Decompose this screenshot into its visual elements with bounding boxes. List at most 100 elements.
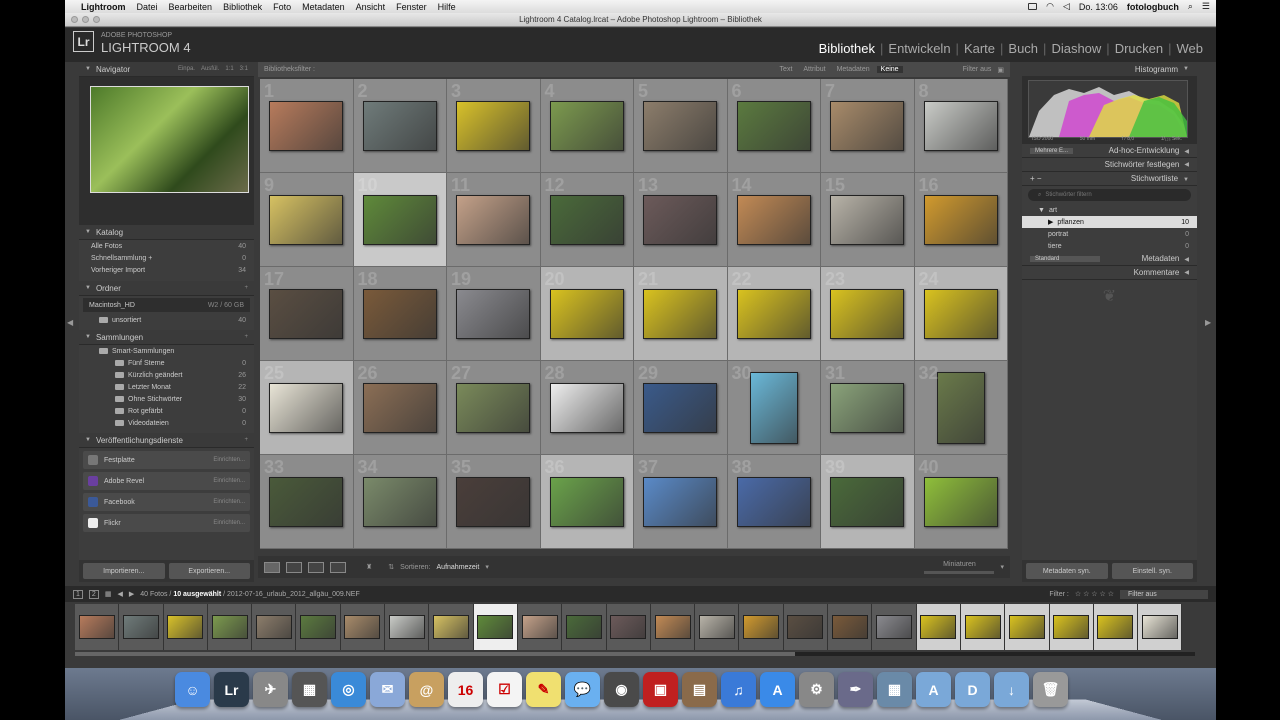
filmstrip-cell[interactable] (1093, 604, 1139, 650)
filmstrip-thumbnail[interactable] (698, 615, 735, 639)
filmstrip-thumbnail[interactable] (743, 615, 780, 639)
metadata-preset-select[interactable]: Standard (1030, 255, 1100, 262)
filmstrip-thumbnail[interactable] (831, 615, 868, 639)
zoom-fit[interactable]: Einpa. (178, 66, 195, 72)
grid-cell[interactable]: 31 (821, 361, 915, 455)
grid-cell[interactable]: 34 (353, 455, 447, 549)
photo-thumbnail[interactable] (269, 476, 344, 527)
zoom-1-1[interactable]: 1:1 (225, 66, 233, 72)
grid-cell[interactable]: 8 (914, 79, 1008, 173)
filmstrip-thumbnail[interactable] (1097, 615, 1134, 639)
filmstrip-cell[interactable] (340, 604, 386, 650)
grid-cell[interactable]: 10 (353, 173, 447, 267)
loupe-view-icon[interactable] (286, 561, 302, 573)
menu-metadaten[interactable]: Metadaten (302, 2, 345, 12)
grid-cell[interactable]: 26 (353, 361, 447, 455)
grid-cell[interactable]: 33 (260, 455, 354, 549)
grid-view-icon[interactable] (264, 561, 280, 573)
grid-cell[interactable]: 7 (821, 79, 915, 173)
module-web[interactable]: Web (1172, 41, 1209, 56)
filter-tab-text[interactable]: Text (776, 66, 797, 73)
filmstrip-cell[interactable] (252, 604, 297, 650)
filmstrip-thumbnail[interactable] (1053, 615, 1090, 639)
publish-setup[interactable]: Einrichten... (213, 457, 245, 463)
grid-cell[interactable]: 14 (727, 173, 821, 267)
grid-cell[interactable]: 22 (727, 267, 821, 361)
filmstrip-cell[interactable] (828, 604, 873, 650)
zoom-window-button[interactable] (93, 16, 100, 23)
filmstrip-cell[interactable] (872, 604, 917, 650)
histogram-header[interactable]: Histogramm ▼ (1022, 62, 1197, 76)
publish-setup[interactable]: Einrichten... (213, 520, 245, 526)
navigator-preview-image[interactable] (90, 86, 249, 193)
publish-service[interactable]: Flickr Einrichten... (83, 514, 250, 532)
script-icon[interactable]: ✒ (838, 672, 873, 707)
photo-thumbnail[interactable] (736, 194, 811, 245)
filmstrip-thumbnail[interactable] (477, 615, 514, 639)
photo-thumbnail[interactable] (362, 476, 437, 527)
keyword-search[interactable]: ⌕ Stichwörter filtern (1028, 189, 1191, 201)
menu-ansicht[interactable]: Ansicht (356, 2, 386, 12)
disclosure-icon[interactable]: ▼ (1038, 207, 1045, 214)
grid-cell[interactable]: 1 (260, 79, 354, 173)
chevron-down-icon[interactable]: ▾ (485, 563, 489, 571)
grid-cell[interactable]: 13 (634, 173, 728, 267)
menu-datei[interactable]: Datei (137, 2, 158, 12)
photo-booth-icon[interactable]: ▣ (643, 672, 678, 707)
catalog-item[interactable]: Schnellsammlung + 0 (79, 252, 254, 264)
metadata-header[interactable]: Standard Metadaten ◀ (1022, 252, 1197, 266)
module-bibliothek[interactable]: Bibliothek (814, 41, 880, 56)
filmstrip-cell[interactable] (650, 604, 696, 650)
forward-icon[interactable]: ▶ (129, 590, 134, 598)
add-remove-keyword[interactable]: + − (1030, 174, 1042, 183)
menu-fenster[interactable]: Fenster (396, 2, 427, 12)
sort-select[interactable]: Aufnahmezeit (437, 564, 480, 571)
window-2-icon[interactable]: 2 (88, 589, 99, 599)
photo-thumbnail[interactable] (736, 288, 811, 339)
photo-thumbnail[interactable] (643, 194, 718, 245)
grid-cell[interactable]: 36 (540, 455, 634, 549)
photo-thumbnail[interactable] (923, 476, 998, 527)
collections-header[interactable]: ▼ Sammlungen + (79, 330, 254, 345)
compare-view-icon[interactable] (308, 561, 324, 573)
filmstrip-cell[interactable] (119, 604, 164, 650)
comments-header[interactable]: Kommentare ◀ (1022, 266, 1197, 280)
publish-header[interactable]: ▼ Veröffentlichungsdienste + (79, 433, 254, 448)
close-window-button[interactable] (71, 16, 78, 23)
grid-cell[interactable]: 39 (821, 455, 915, 549)
filmstrip-thumbnail[interactable] (433, 615, 470, 639)
thumbnail-size-slider[interactable] (924, 570, 995, 574)
applications-folder-icon[interactable]: A (916, 672, 951, 707)
folder-item[interactable]: unsortiert 40 (79, 314, 254, 326)
module-buch[interactable]: Buch (1003, 41, 1043, 56)
filmstrip-thumbnail[interactable] (964, 615, 1001, 639)
filmstrip-cell[interactable] (207, 604, 253, 650)
finder-icon[interactable]: ☺ (175, 672, 210, 707)
filmstrip-cell[interactable] (695, 604, 740, 650)
filmstrip-cell[interactable] (739, 604, 784, 650)
filter-select[interactable]: Filter aus (1120, 589, 1208, 599)
photo-thumbnail[interactable] (362, 194, 437, 245)
volume-icon[interactable]: ◁ (1063, 1, 1070, 12)
filmstrip-thumbnail[interactable] (1141, 615, 1178, 639)
filmstrip-cell[interactable] (75, 604, 120, 650)
user-menu[interactable]: fotologbuch (1127, 2, 1179, 12)
add-collection-icon[interactable]: + (244, 334, 248, 340)
filter-tab-attribute[interactable]: Attribut (799, 66, 829, 73)
grid-cell[interactable]: 40 (914, 455, 1008, 549)
keyword-item[interactable]: ▶ pflanzen 10 (1022, 216, 1197, 228)
facetime-icon[interactable]: ◉ (604, 672, 639, 707)
filmstrip-cell[interactable] (916, 604, 961, 650)
grid-cell[interactable]: 23 (821, 267, 915, 361)
photo-thumbnail[interactable] (456, 476, 531, 527)
grid-cell[interactable]: 5 (634, 79, 728, 173)
downloads-folder-icon[interactable]: ↓ (994, 672, 1029, 707)
publish-service[interactable]: Festplatte Einrichten... (83, 451, 250, 469)
photo-thumbnail[interactable] (269, 288, 344, 339)
photo-thumbnail[interactable] (456, 382, 531, 433)
photo-thumbnail[interactable] (923, 100, 998, 151)
grid-cell[interactable]: 29 (634, 361, 728, 455)
photo-thumbnail[interactable] (362, 382, 437, 433)
safari-icon[interactable]: ◎ (331, 672, 366, 707)
folders-header[interactable]: ▼ Ordner + (79, 281, 254, 296)
